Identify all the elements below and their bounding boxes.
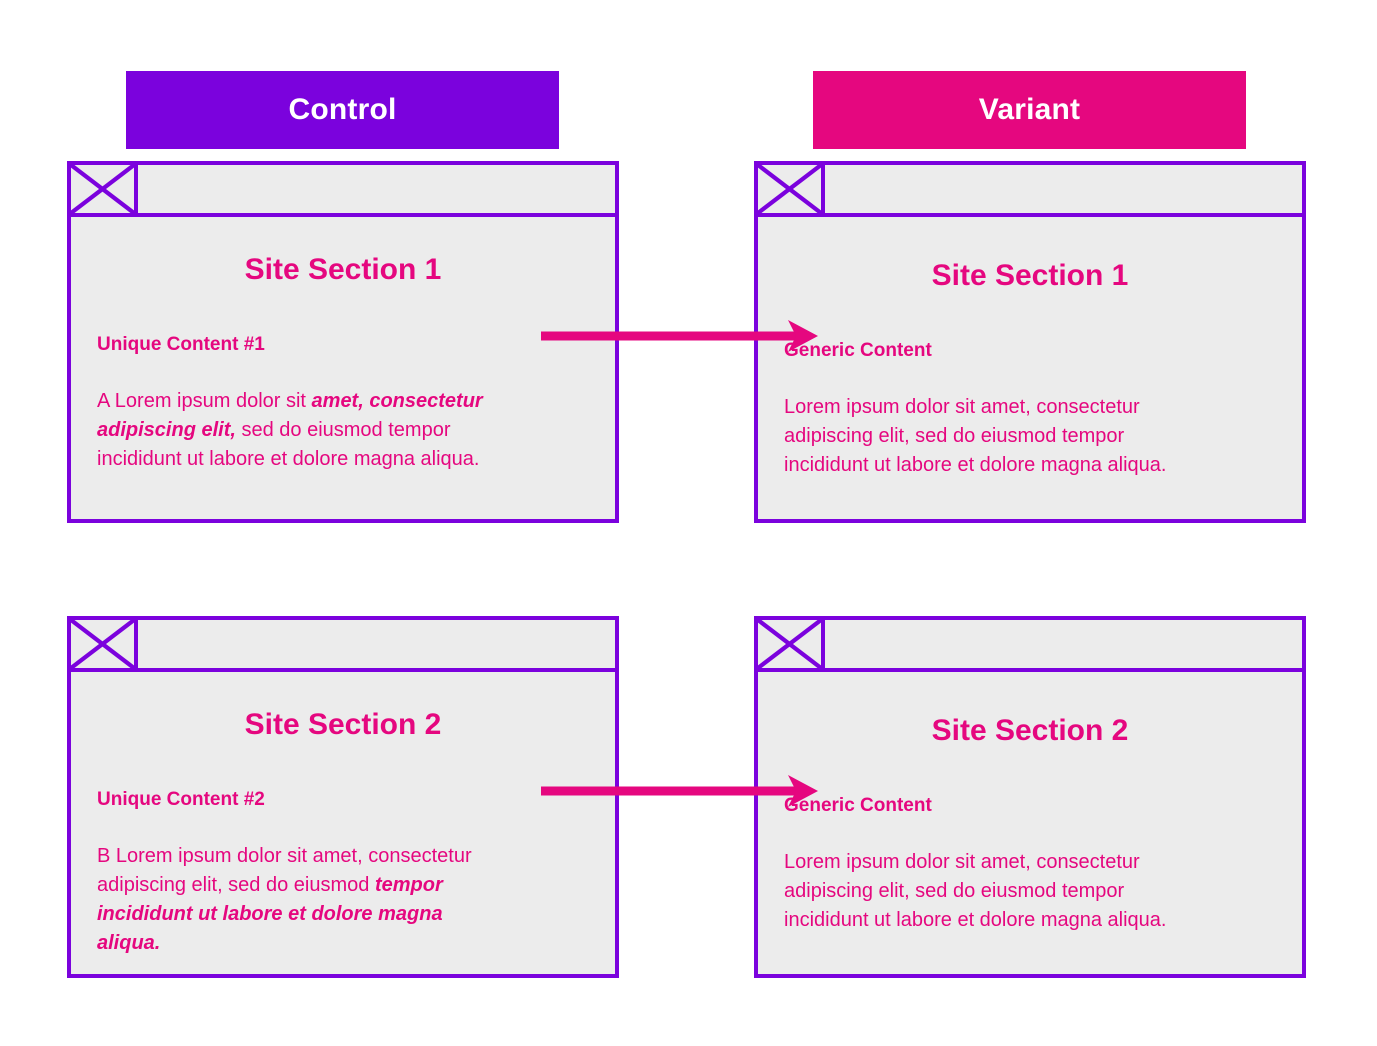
browser-window-control-1: Site Section 1 Unique Content #1 A Lorem…: [67, 161, 619, 523]
browser-titlebar: [758, 620, 1302, 672]
browser-content: Site Section 1 Unique Content #1 A Lorem…: [71, 253, 615, 555]
diagram-canvas: Control Variant Site Section 1 Unique Co…: [0, 0, 1377, 1046]
browser-titlebar: [758, 165, 1302, 217]
browser-content: Site Section 2 Unique Content #2 B Lorem…: [71, 708, 615, 1010]
column-header-variant-label: Variant: [978, 93, 1081, 126]
content-label: Generic Content: [784, 340, 932, 361]
body-copy: Lorem ipsum dolor sit amet, consectetur …: [784, 850, 1167, 931]
body-copy: Lorem ipsum dolor sit amet, consectetur …: [784, 395, 1167, 476]
section-title: Site Section 1: [244, 253, 442, 286]
browser-titlebar: [71, 165, 615, 217]
column-header-control: Control: [126, 71, 559, 149]
column-header-control-label: Control: [288, 93, 397, 126]
body-copy: A Lorem ipsum dolor sit amet, consectetu…: [97, 389, 483, 470]
column-header-variant: Variant: [813, 71, 1246, 149]
crossed-box-icon: [71, 165, 138, 213]
content-label: Unique Content #2: [97, 789, 265, 810]
section-title: Site Section 2: [244, 708, 442, 741]
content-label: Unique Content #1: [97, 334, 265, 355]
section-title: Site Section 1: [931, 259, 1129, 292]
section-title: Site Section 2: [931, 714, 1129, 747]
browser-window-variant-2: Site Section 2 Generic Content Lorem ips…: [754, 616, 1306, 978]
crossed-box-icon: [758, 620, 825, 668]
browser-window-control-2: Site Section 2 Unique Content #2 B Lorem…: [67, 616, 619, 978]
browser-titlebar: [71, 620, 615, 672]
body-copy: B Lorem ipsum dolor sit amet, consectetu…: [97, 844, 472, 954]
crossed-box-icon: [71, 620, 138, 668]
browser-content: Site Section 2 Generic Content Lorem ips…: [758, 714, 1302, 1016]
content-label: Generic Content: [784, 795, 932, 816]
browser-window-variant-1: Site Section 1 Generic Content Lorem ips…: [754, 161, 1306, 523]
crossed-box-icon: [758, 165, 825, 213]
browser-content: Site Section 1 Generic Content Lorem ips…: [758, 259, 1302, 561]
